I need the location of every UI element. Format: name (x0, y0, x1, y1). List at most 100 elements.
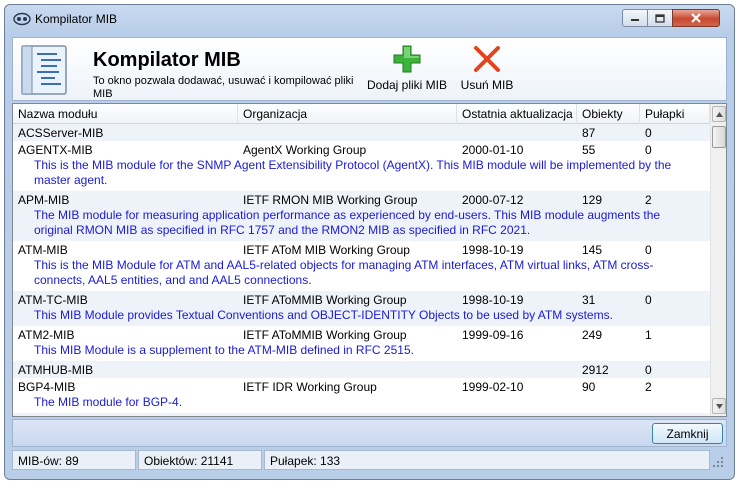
row-fields: BRIDGE-MIB IETF Bridge MIB Working Group 2… (13, 413, 710, 416)
row-fields: ACSServer-MIB 87 0 (13, 124, 710, 141)
cell-module-name: ATMHUB-MIB (18, 363, 94, 377)
row-description: The MIB module for measuring application… (34, 208, 661, 237)
cell-last-update: 1998-10-19 (462, 293, 524, 307)
row-fields: ATM-MIB IETF AToM MIB Working Group 1998-1… (13, 241, 710, 258)
cell-organization: IETF AToMMIB Working Group (243, 328, 407, 342)
cell-objects: 129 (582, 193, 603, 207)
column-header-traps[interactable]: Pułapki (640, 104, 710, 124)
cell-last-update: 1999-09-16 (462, 328, 524, 342)
cell-module-name: AGENTX-MIB (18, 143, 93, 157)
compiler-document-icon (21, 45, 67, 95)
cell-organization: IETF AToM MIB Working Group (243, 243, 410, 257)
cell-module-name: ATM-TC-MIB (18, 293, 88, 307)
minimize-button[interactable] (622, 9, 648, 27)
status-object-count: Obiektów: 21141 (138, 450, 262, 470)
header-title: Kompilator MIB (93, 49, 241, 71)
column-header-objects[interactable]: Obiekty (577, 104, 640, 124)
status-mib-count: MIB-ów: 89 (12, 450, 136, 470)
cell-organization: IETF IDR Working Group (243, 380, 377, 394)
row-description: This is the MIB module for the SNMP Agen… (34, 158, 672, 187)
resize-grip-icon[interactable] (712, 456, 724, 468)
column-header-name[interactable]: Nazwa modułu (13, 104, 238, 124)
column-header-last-update[interactable]: Ostatnia aktualizacja (457, 104, 577, 124)
cell-last-update: 2000-07-12 (462, 193, 524, 207)
cell-module-name: BRIDGE-MIB (18, 415, 89, 416)
cell-organization: IETF RMON MIB Working Group (243, 193, 418, 207)
scroll-down-button[interactable] (712, 398, 726, 414)
plus-icon (393, 45, 421, 73)
app-icon (13, 12, 31, 26)
close-button[interactable]: Zamknij (652, 423, 723, 444)
status-bar: MIB-ów: 89 Obiektów: 21141 Pułapek: 133 (12, 450, 727, 472)
table-row[interactable]: ACSServer-MIB 87 0 (13, 124, 710, 141)
cell-objects: 97 (582, 415, 595, 416)
table-row[interactable]: ATMHUB-MIB 2912 0 (13, 361, 710, 378)
cell-traps: 0 (645, 243, 652, 257)
minimize-icon (631, 19, 639, 21)
cell-objects: 145 (582, 243, 603, 257)
cell-traps: 0 (645, 293, 652, 307)
cell-objects: 249 (582, 328, 603, 342)
table-row[interactable]: ATM-TC-MIB IETF AToMMIB Working Group 1998… (13, 291, 710, 326)
row-description: This is the MIB Module for ATM and AAL5-… (34, 258, 654, 287)
cell-traps: 2 (645, 380, 652, 394)
compiler-window: Kompilator MIB Kompilator MIB To okno po… (4, 4, 735, 480)
table-row[interactable]: BRIDGE-MIB IETF Bridge MIB Working Group 2… (13, 413, 710, 416)
button-panel: Zamknij (12, 419, 727, 447)
cell-module-name: ATM-MIB (18, 243, 68, 257)
table-row[interactable]: AGENTX-MIB AgentX Working Group 2000-01-10… (13, 141, 710, 191)
vertical-scrollbar[interactable] (710, 104, 726, 416)
list-body: ACSServer-MIB 87 0 AGENTX-MIB AgentX Working… (13, 124, 710, 416)
row-description: This MIB Module is a supplement to the A… (34, 343, 414, 357)
column-header-organization[interactable]: Organizacja (238, 104, 457, 124)
cell-organization: IETF Bridge MIB Working Group (243, 415, 416, 416)
cell-module-name: BGP4-MIB (18, 380, 76, 394)
arrow-up-icon (715, 111, 723, 117)
cell-traps: 1 (645, 328, 652, 342)
scroll-up-button[interactable] (712, 106, 726, 122)
scroll-thumb[interactable] (712, 126, 726, 148)
table-row[interactable]: APM-MIB IETF RMON MIB Working Group 2000-0… (13, 191, 710, 241)
cell-module-name: APM-MIB (18, 193, 70, 207)
cell-objects: 90 (582, 380, 596, 394)
cell-objects: 87 (582, 126, 596, 140)
maximize-icon (655, 13, 665, 23)
cell-last-update: 2000-01-10 (462, 143, 524, 157)
table-row[interactable]: ATM-MIB IETF AToM MIB Working Group 1998-1… (13, 241, 710, 291)
status-trap-count: Pułapek: 133 (264, 450, 710, 470)
list-header: Nazwa modułu Organizacja Ostatnia aktual… (13, 104, 710, 124)
remove-mib-button[interactable]: Usuń MIB (457, 44, 517, 92)
cell-last-update: 1999-02-10 (462, 380, 524, 394)
cell-traps: 2 (645, 193, 652, 207)
cell-last-update: 2005-09-19 (462, 415, 523, 416)
add-mib-files-label: Dodaj pliki MIB (366, 78, 448, 92)
cell-last-update: 1998-10-19 (462, 243, 524, 257)
remove-mib-label: Usuń MIB (460, 78, 514, 92)
table-row[interactable]: ATM2-MIB IETF AToMMIB Working Group 1999-0… (13, 326, 710, 361)
arrow-down-icon (715, 403, 723, 409)
cell-traps: 0 (645, 143, 652, 157)
cell-traps: 0 (645, 363, 652, 377)
cell-module-name: ACSServer-MIB (18, 126, 104, 140)
row-fields: ATM2-MIB IETF AToMMIB Working Group 1999-0… (13, 326, 710, 343)
table-row[interactable]: BGP4-MIB IETF IDR Working Group 1999-02-10… (13, 378, 710, 413)
maximize-button[interactable] (647, 9, 673, 27)
row-fields: ATM-TC-MIB IETF AToMMIB Working Group 1998… (13, 291, 710, 308)
close-window-button[interactable] (672, 9, 720, 27)
cell-traps: 0 (645, 126, 652, 140)
cell-traps: 2 (645, 415, 652, 416)
add-mib-files-button[interactable]: Dodaj pliki MIB (365, 44, 449, 92)
window-title: Kompilator MIB (35, 12, 118, 26)
title-bar[interactable]: Kompilator MIB (5, 5, 734, 33)
cell-objects: 31 (582, 293, 596, 307)
header-description: To okno pozwala dodawać, usuwać i kompil… (93, 75, 354, 100)
row-fields: APM-MIB IETF RMON MIB Working Group 2000-0… (13, 191, 710, 208)
row-fields: AGENTX-MIB AgentX Working Group 2000-01-10… (13, 141, 710, 158)
mib-list[interactable]: Nazwa modułu Organizacja Ostatnia aktual… (12, 103, 727, 417)
header-panel: Kompilator MIB To okno pozwala dodawać, … (12, 37, 727, 101)
cell-module-name: ATM2-MIB (18, 328, 75, 342)
cell-objects: 55 (582, 143, 596, 157)
row-description: The MIB module for BGP-4. (34, 395, 183, 409)
delete-x-icon (474, 46, 500, 72)
cell-objects: 2912 (582, 363, 609, 377)
